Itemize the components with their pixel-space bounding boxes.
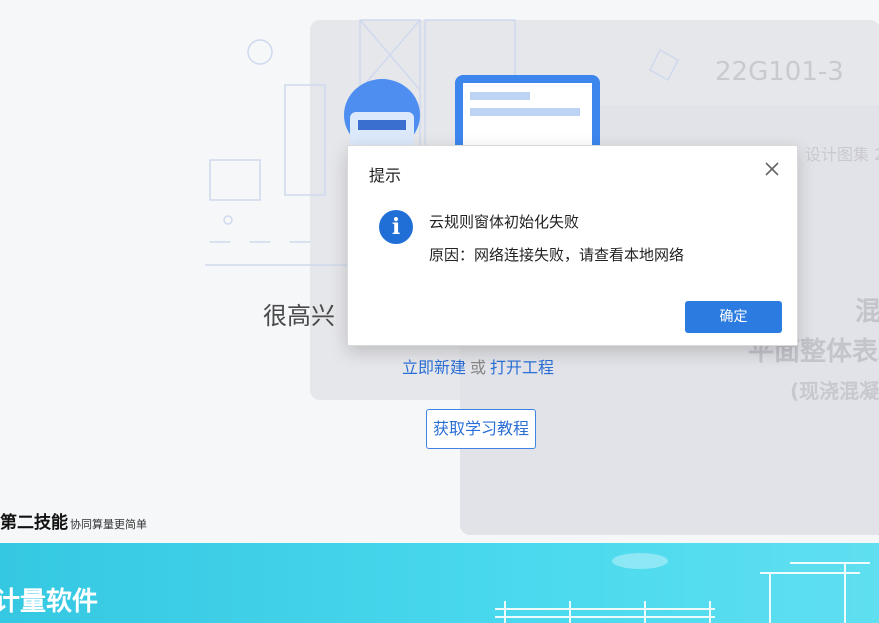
book-label-top: 22G101-3 <box>715 57 844 87</box>
dialog-title: 提示 <box>369 166 402 185</box>
welcome-text: 很高兴 <box>263 302 335 330</box>
book-label-top-text: 22G101-3 <box>715 57 844 87</box>
dialog-message: 云规则窗体初始化失败 <box>429 213 580 231</box>
skill-heading: 第二技能 协同算量更简单 <box>0 508 147 533</box>
project-actions: 立即新建或打开工程 <box>402 354 554 378</box>
book-label-mid: 设计图集 2 <box>805 145 879 164</box>
new-project-link[interactable]: 立即新建 <box>402 358 466 377</box>
dialog-reason: 原因：网络连接失败，请查看本地网络 <box>429 246 685 264</box>
banner-illustration <box>495 553 870 623</box>
get-tutorial-button[interactable]: 获取学习教程 <box>426 409 537 449</box>
open-project-link[interactable]: 打开工程 <box>490 358 554 377</box>
skill-title: 第二技能 <box>0 513 68 533</box>
close-icon[interactable] <box>761 158 783 180</box>
skill-subtitle: 协同算量更简单 <box>70 518 147 531</box>
book-sub-text: (现浇混凝 <box>790 379 879 403</box>
book-side-char: 混 <box>855 297 879 327</box>
ok-button[interactable]: 确定 <box>685 301 782 333</box>
worker-figure <box>344 79 420 151</box>
info-icon: i <box>379 210 413 244</box>
promo-banner[interactable]: 计量软件 <box>0 543 879 623</box>
alert-dialog: 提示 i 云规则窗体初始化失败 原因：网络连接失败，请查看本地网络 确定 <box>347 145 798 346</box>
or-text: 或 <box>470 358 487 377</box>
